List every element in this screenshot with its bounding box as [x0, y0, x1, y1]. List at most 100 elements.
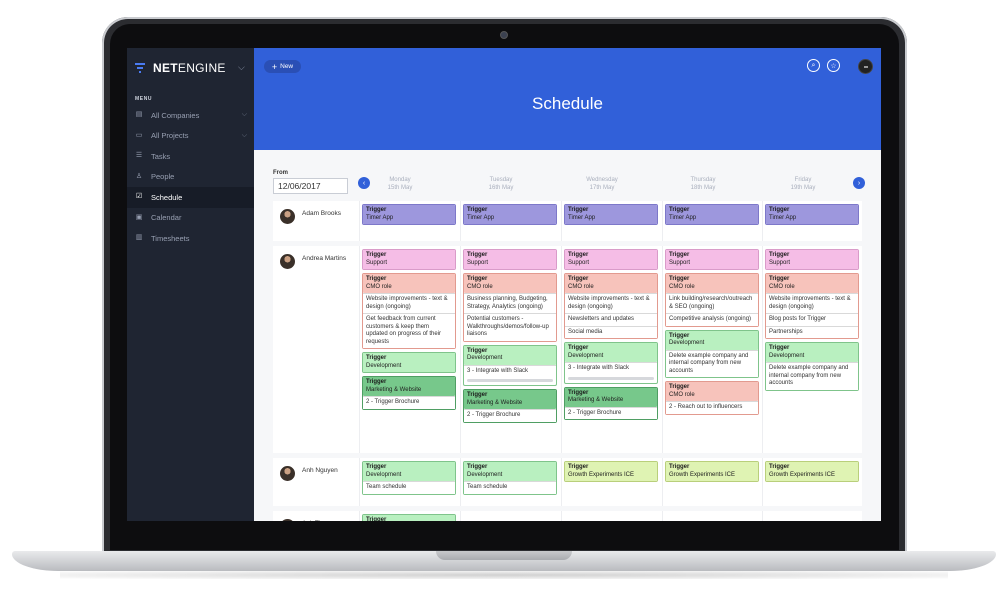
schedule-card[interactable]: Trigger Support [765, 249, 859, 270]
schedule-card[interactable]: Trigger Support [564, 249, 658, 270]
sidebar-item-tasks[interactable]: ☰ Tasks [127, 146, 254, 167]
chevron-down-icon[interactable]: ⌵ [238, 62, 245, 73]
card-task[interactable]: Partnerships [766, 325, 858, 338]
schedule-card[interactable]: Trigger Timer App [665, 204, 759, 225]
card-task[interactable]: Team schedule [464, 481, 556, 494]
chevron-down-icon[interactable]: ⌵ [242, 132, 247, 140]
chevron-down-icon[interactable]: ⌵ [242, 111, 247, 119]
person-cell[interactable]: Anh Nguyen [280, 466, 338, 481]
card-task[interactable]: Business planning, Budgeting, Strategy, … [464, 293, 556, 313]
schedule-card[interactable]: Trigger Support [463, 249, 557, 270]
card-task[interactable]: Link building/research/outreach & SEO (o… [666, 293, 758, 313]
card-task[interactable]: 2 - Reach out to influencers [666, 401, 758, 414]
schedule-card[interactable]: Trigger Marketing & Website 2 - Trigger Br… [463, 389, 557, 423]
schedule-card[interactable]: Trigger Support [362, 249, 456, 270]
schedule-card[interactable]: Trigger Growth Experiments ICE [564, 461, 658, 482]
day-date: 19th May [790, 185, 816, 191]
sidebar-item-schedule[interactable]: ☑ Schedule [127, 187, 254, 208]
card-task[interactable]: 2 - Trigger Brochure [464, 409, 556, 422]
card-task[interactable]: Newsletters and updates [565, 313, 657, 326]
day-column: Trigger Growth Experiments ICE [665, 461, 759, 485]
schedule-card[interactable]: Trigger Development Delete example company… [665, 329, 759, 378]
brand-logo[interactable]: NETENGINE [135, 60, 226, 76]
card-task[interactable]: Blog posts for Trigger [766, 313, 858, 326]
schedule-card[interactable]: TriggerDevelopment [362, 352, 456, 373]
person-cell[interactable]: Ash Thompson [280, 519, 346, 521]
schedule-card[interactable]: Trigger Development Delete example company… [765, 342, 859, 391]
card-task[interactable]: 2 - Trigger Brochure [363, 396, 455, 409]
new-button[interactable]: + New [264, 60, 301, 73]
card-task[interactable]: Social media [565, 325, 657, 338]
card-header: Trigger CMO role [565, 274, 657, 293]
day-column: Trigger Growth Experiments ICE [564, 461, 658, 485]
card-task[interactable]: Website improvements - text & design (on… [766, 293, 858, 313]
card-task[interactable]: 2 - Trigger Brochure [565, 406, 657, 419]
sidebar-item-calendar[interactable]: ▣ Calendar [127, 208, 254, 229]
card-task[interactable]: Potential customers - Walkthroughs/demos… [464, 313, 556, 341]
card-header: Trigger Marketing & Website [464, 390, 556, 409]
schedule-card[interactable]: Trigger Development 3 - Integrate with Sla… [463, 344, 557, 386]
schedule-card[interactable]: Trigger Development Team schedule [362, 461, 456, 495]
schedule-card[interactable]: Trigger Marketing & Website 2 - Trigger Br… [564, 386, 658, 420]
card-task[interactable]: Team schedule [363, 481, 455, 494]
card-subproject: Growth Experiments ICE [568, 471, 635, 478]
schedule-card[interactable]: Trigger Marketing & Website 2 - Trigger Br… [362, 376, 456, 410]
schedule-card[interactable]: Trigger Growth Experiments ICE [765, 461, 859, 482]
sidebar-item-timesheets[interactable]: ▥ Timesheets [127, 228, 254, 249]
schedule-card[interactable]: Trigger Timer App [564, 204, 658, 225]
schedule-card[interactable]: Trigger CMO role Website improvements - te… [362, 273, 456, 349]
day-column: Trigger Support Trigger CMO role Website imp… [362, 249, 456, 413]
schedule-card[interactable]: Trigger Growth Experiments ICE [665, 461, 759, 482]
card-task[interactable]: 3 - Integrate with Slack [565, 362, 657, 375]
schedule-card[interactable]: Trigger Timer App [765, 204, 859, 225]
card-header: Trigger Marketing & Website [363, 377, 455, 396]
card-header: Trigger CMO role [464, 274, 556, 293]
schedule-card[interactable]: Trigger CMO role 2 - Reach out to influenc… [665, 381, 759, 415]
day-column: Trigger Timer App [362, 204, 456, 228]
card-task[interactable]: Website improvements - text & design (on… [565, 293, 657, 313]
card-task[interactable]: Website improvements - text & design (on… [363, 293, 455, 313]
new-button-label: New [280, 63, 294, 70]
schedule-card[interactable]: Trigger CMO role Website improvements - te… [564, 273, 658, 339]
card-header: TriggerDevelopment [565, 343, 657, 362]
schedule-card[interactable]: Trigger Development 3 - Integrate with Sla… [564, 342, 658, 384]
day-name: Wednesday [586, 177, 618, 183]
schedule-card[interactable]: Trigger Timer App [463, 204, 557, 225]
day-name: Tuesday [489, 177, 513, 183]
card-project: Trigger [769, 252, 790, 258]
schedule-card[interactable]: Trigger CMO role Link building/research/ou… [665, 273, 759, 327]
column-divider [662, 201, 663, 241]
schedule-card[interactable]: Trigger CMO role Business planning, Budget… [463, 273, 557, 342]
card-project: Trigger [467, 207, 488, 213]
search-icon[interactable]: ⌕ [807, 59, 820, 72]
card-task[interactable]: Get feedback from current customers & ke… [363, 313, 455, 348]
schedule-card[interactable]: Trigger Support [665, 249, 759, 270]
column-divider [561, 511, 562, 521]
card-project: Trigger [366, 379, 387, 385]
card-task[interactable]: Delete example company and internal comp… [666, 349, 758, 377]
user-avatar[interactable] [858, 59, 873, 74]
card-header: Trigger CMO role [666, 382, 758, 401]
sidebar-item-label: People [151, 172, 175, 182]
star-icon[interactable]: ☆ [827, 59, 840, 72]
bar-chart-icon: ▥ [135, 234, 143, 242]
card-task[interactable]: Delete example company and internal comp… [766, 362, 858, 390]
schedule-card[interactable]: Trigger Development Team schedule [463, 461, 557, 495]
schedule-card[interactable]: TriggerDevelopment [362, 514, 456, 521]
card-project: Trigger [669, 276, 690, 282]
card-task[interactable]: Competitive analysis (ongoing) [666, 313, 758, 326]
chevron-right-icon[interactable]: › [853, 177, 865, 189]
day-column: Trigger Timer App [765, 204, 859, 228]
from-date-input[interactable]: 12/06/2017 [273, 178, 348, 194]
sidebar-item-people[interactable]: ♙ People [127, 167, 254, 188]
person-cell[interactable]: Adam Brooks [280, 209, 341, 224]
sidebar-item-all-companies[interactable]: ▤ All Companies ⌵ [127, 105, 254, 126]
person-cell[interactable]: Andrea Martins [280, 254, 346, 269]
schedule-card[interactable]: Trigger Timer App [362, 204, 456, 225]
card-header: TriggerDevelopment [363, 462, 455, 481]
person-icon: ♙ [135, 172, 143, 180]
sidebar-item-label: Tasks [151, 151, 171, 161]
sidebar-item-all-projects[interactable]: ▭ All Projects ⌵ [127, 126, 254, 147]
schedule-card[interactable]: Trigger CMO role Website improvements - te… [765, 273, 859, 339]
card-task[interactable]: 3 - Integrate with Slack [464, 364, 556, 377]
